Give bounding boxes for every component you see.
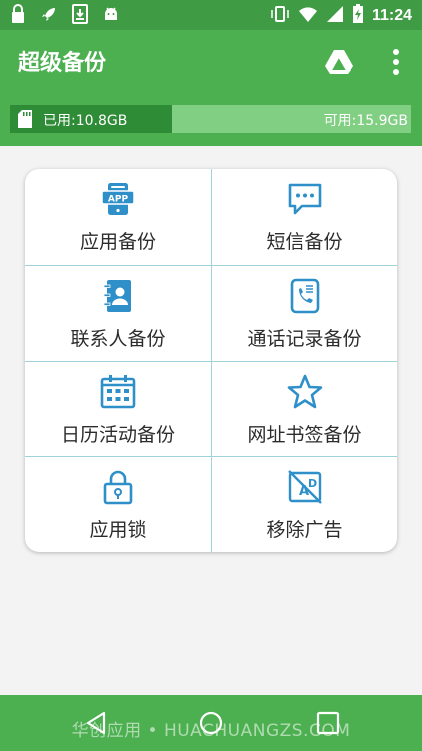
sd-card-icon — [17, 109, 33, 129]
bookmark-backup-button[interactable]: 网址书签备份 — [211, 360, 397, 457]
storage-bar: 已用:10.8GB 可用:15.9GB — [10, 105, 411, 133]
storage-available-label: 可用:15.9GB — [323, 113, 408, 129]
vibrate-icon — [270, 5, 290, 27]
svg-text:D: D — [308, 477, 317, 490]
backup-grid: APP 应用备份 短信备份 联系人备份 通话记录备份 日历活动备份 网址书签备份… — [25, 169, 397, 552]
call-log-backup-button[interactable]: 通话记录备份 — [211, 264, 397, 361]
calendar-icon — [100, 374, 136, 408]
bookmark-star-icon — [287, 374, 322, 408]
bookmark-backup-label: 网址书签备份 — [247, 423, 362, 446]
clock: 11:24 — [371, 7, 412, 24]
calendar-backup-button[interactable]: 日历活动备份 — [25, 360, 211, 457]
remove-ads-icon: A D — [287, 470, 322, 505]
app-title: 超级备份 — [18, 51, 107, 76]
call-log-icon — [290, 278, 319, 314]
app-icon: APP — [101, 183, 135, 215]
sms-icon — [288, 183, 321, 215]
android-icon — [102, 5, 120, 27]
rocket-icon — [40, 5, 58, 27]
calendar-backup-label: 日历活动备份 — [60, 423, 175, 446]
home-icon[interactable] — [199, 711, 223, 735]
contacts-icon — [103, 279, 131, 312]
remove-ads-button[interactable]: A D 移除广告 — [211, 456, 397, 552]
wifi-icon — [298, 5, 318, 27]
svg-text:APP: APP — [108, 195, 129, 205]
recents-icon[interactable] — [316, 711, 340, 735]
contacts-backup-label: 联系人备份 — [70, 327, 166, 350]
storage-used-label: 已用:10.8GB — [43, 113, 128, 129]
battery-charging-icon — [352, 4, 364, 28]
navigation-bar — [0, 695, 422, 751]
google-drive-icon[interactable] — [324, 48, 354, 76]
more-vert-icon[interactable] — [388, 46, 404, 78]
app-lock-button[interactable]: 应用锁 — [25, 456, 211, 552]
sms-backup-button[interactable]: 短信备份 — [211, 169, 397, 265]
lock-icon — [10, 4, 26, 28]
call-log-backup-label: 通话记录备份 — [247, 327, 362, 350]
status-bar: 11:24 — [0, 0, 422, 30]
remove-ads-label: 移除广告 — [266, 519, 343, 542]
app-backup-label: 应用备份 — [79, 231, 156, 253]
signal-icon — [326, 5, 344, 27]
storage-panel: 已用:10.8GB 可用:15.9GB — [0, 94, 422, 146]
lock-icon — [103, 470, 133, 505]
back-icon[interactable] — [84, 711, 108, 735]
app-lock-label: 应用锁 — [89, 519, 147, 542]
download-icon — [72, 4, 88, 28]
app-bar: 超级备份 — [0, 30, 422, 94]
app-backup-button[interactable]: APP 应用备份 — [25, 169, 211, 265]
sms-backup-label: 短信备份 — [266, 231, 343, 253]
contacts-backup-button[interactable]: 联系人备份 — [25, 264, 211, 361]
